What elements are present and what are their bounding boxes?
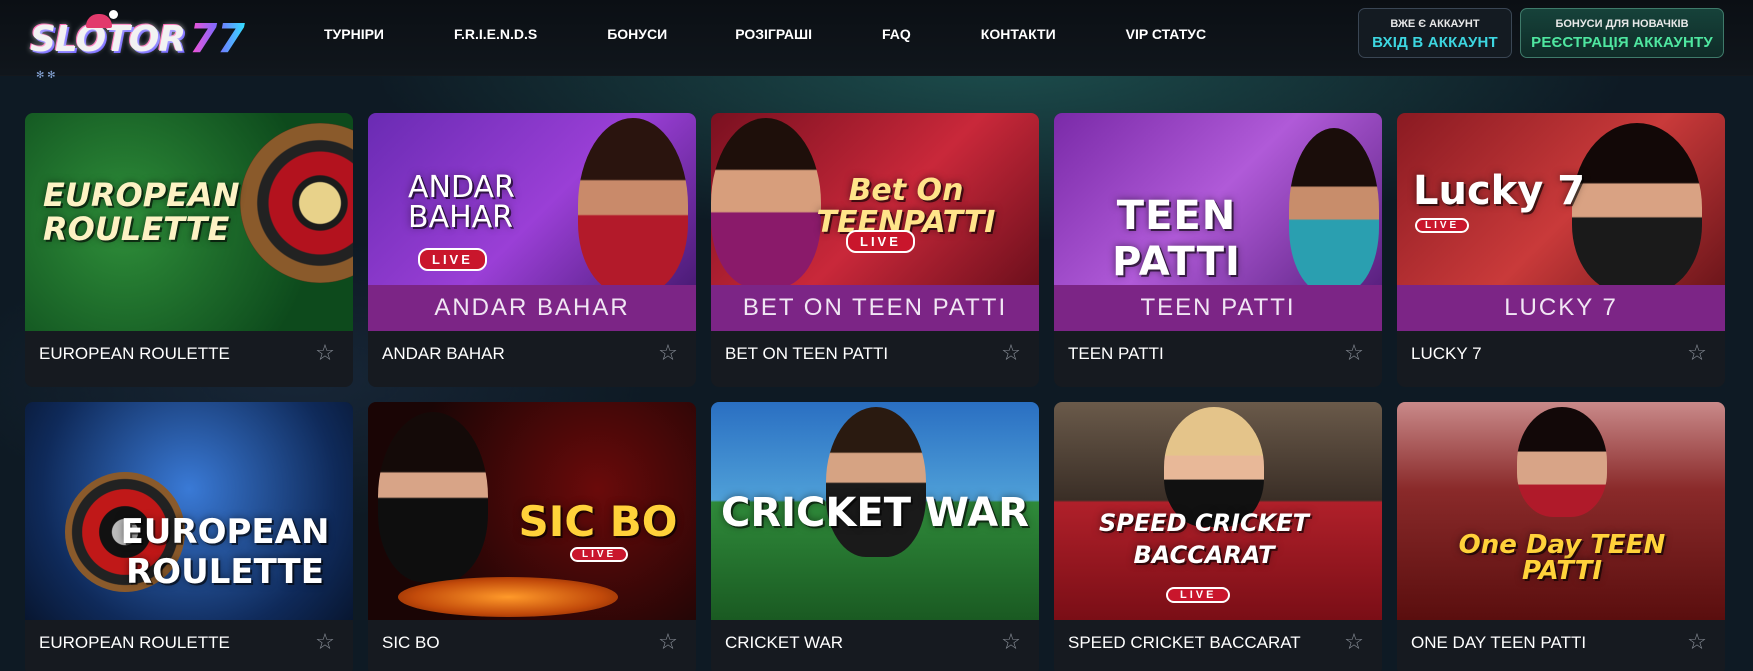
thumbnail-title: EUROPEAN ROULETTE <box>120 512 330 592</box>
login-button-label: ВХІД В АККАУНТ <box>1372 34 1498 51</box>
thumbnail-banner: LUCKY 7 <box>1397 285 1725 331</box>
nav-vip-status[interactable]: VIP СТАТУС <box>1126 24 1206 44</box>
nav-tournaments[interactable]: ТУРНІРИ <box>324 24 384 44</box>
game-thumbnail[interactable]: SPEED CRICKET BACCARAT LIVE <box>1054 402 1382 620</box>
game-card[interactable]: CRICKET WAR CRICKET WAR ☆ <box>711 402 1039 671</box>
nav-giveaways[interactable]: РОЗІГРАШІ <box>735 24 812 44</box>
login-button[interactable]: ВЖЕ Є АККАУНТ ВХІД В АККАУНТ <box>1358 8 1512 58</box>
thumbnail-banner: TEEN PATTI <box>1054 285 1382 331</box>
game-card[interactable]: One Day TEEN PATTI ONE DAY TEEN PATTI ☆ <box>1397 402 1725 671</box>
game-card[interactable]: TEEN PATTI TEEN PATTI TEEN PATTI ☆ <box>1054 113 1382 387</box>
game-thumbnail[interactable]: EUROPEAN ROULETTE <box>25 113 353 331</box>
thumbnail-title: ANDAR BAHAR <box>408 170 515 235</box>
register-button[interactable]: БОНУСИ ДЛЯ НОВАЧКІВ РЕЄСТРАЦІЯ АККАУНТУ <box>1520 8 1724 58</box>
nav-contacts[interactable]: КОНТАКТИ <box>981 24 1056 44</box>
favorite-star-icon[interactable]: ☆ <box>656 341 680 365</box>
table-surface <box>398 577 618 617</box>
game-title: BET ON TEEN PATTI <box>725 344 889 363</box>
santa-hat-icon <box>86 10 118 28</box>
live-badge: LIVE <box>1415 218 1470 233</box>
top-header: SLOTOR 77 ✻ ✻ ТУРНІРИ F.R.I.E.N.D.S БОНУ… <box>0 0 1753 81</box>
logo-sevens: 77 <box>189 16 245 62</box>
thumbnail-title: Lucky 7 <box>1413 168 1586 214</box>
favorite-star-icon[interactable]: ☆ <box>1685 341 1709 365</box>
game-thumbnail[interactable]: One Day TEEN PATTI <box>1397 402 1725 620</box>
favorite-star-icon[interactable]: ☆ <box>656 630 680 654</box>
game-card[interactable]: Bet On TEENPATTI LIVE BET ON TEEN PATTI … <box>711 113 1039 387</box>
game-title: CRICKET WAR <box>725 633 844 652</box>
thumbnail-title: SIC BO <box>518 497 678 546</box>
game-title: EUROPEAN ROULETTE <box>39 633 230 652</box>
game-thumbnail[interactable]: TEEN PATTI TEEN PATTI <box>1054 113 1382 331</box>
favorite-star-icon[interactable]: ☆ <box>313 630 337 654</box>
favorite-star-icon[interactable]: ☆ <box>999 341 1023 365</box>
game-thumbnail[interactable]: EUROPEAN ROULETTE <box>25 402 353 620</box>
live-badge: LIVE <box>418 248 487 271</box>
game-thumbnail[interactable]: Bet On TEENPATTI LIVE BET ON TEEN PATTI <box>711 113 1039 331</box>
site-logo[interactable]: SLOTOR 77 ✻ ✻ <box>30 10 245 81</box>
game-thumbnail[interactable]: SIC BO LIVE <box>368 402 696 620</box>
thumbnail-banner: ANDAR BAHAR <box>368 285 696 331</box>
game-title: TEEN PATTI <box>1068 344 1164 363</box>
favorite-star-icon[interactable]: ☆ <box>313 341 337 365</box>
live-badge: LIVE <box>846 230 915 253</box>
live-badge: LIVE <box>1166 587 1231 603</box>
thumbnail-title: One Day TEEN PATTI <box>1458 530 1666 586</box>
register-button-label: РЕЄСТРАЦІЯ АККАУНТУ <box>1531 34 1713 51</box>
thumbnail-banner: BET ON TEEN PATTI <box>711 285 1039 331</box>
game-title: SPEED CRICKET BACCARAT <box>1068 633 1301 652</box>
thumbnail-title: CRICKET WAR <box>720 490 1029 536</box>
game-card[interactable]: SIC BO LIVE SIC BO ☆ <box>368 402 696 671</box>
game-thumbnail[interactable]: CRICKET WAR <box>711 402 1039 620</box>
thumbnail-title: EUROPEAN ROULETTE <box>43 176 240 248</box>
favorite-star-icon[interactable]: ☆ <box>999 630 1023 654</box>
thumbnail-title: TEEN PATTI <box>1112 193 1241 285</box>
game-title: EUROPEAN ROULETTE <box>39 344 230 363</box>
game-title: LUCKY 7 <box>1411 344 1482 363</box>
favorite-star-icon[interactable]: ☆ <box>1342 341 1366 365</box>
snowflake-icon: ✻ ✻ <box>36 70 56 81</box>
nav-faq[interactable]: FAQ <box>882 24 911 44</box>
nav-friends[interactable]: F.R.I.E.N.D.S <box>454 24 537 44</box>
game-card[interactable]: SPEED CRICKET BACCARAT LIVE SPEED CRICKE… <box>1054 402 1382 671</box>
main-nav: ТУРНІРИ F.R.I.E.N.D.S БОНУСИ РОЗІГРАШІ F… <box>324 24 1206 44</box>
favorite-star-icon[interactable]: ☆ <box>1685 630 1709 654</box>
favorite-star-icon[interactable]: ☆ <box>1342 630 1366 654</box>
game-card[interactable]: Lucky 7 LIVE LUCKY 7 LUCKY 7 ☆ <box>1397 113 1725 387</box>
game-card[interactable]: EUROPEAN ROULETTE EUROPEAN ROULETTE ☆ <box>25 113 353 387</box>
login-button-caption: ВЖЕ Є АККАУНТ <box>1390 18 1480 30</box>
thumbnail-title: SPEED CRICKET BACCARAT <box>1099 509 1309 569</box>
game-title: ANDAR BAHAR <box>382 344 505 363</box>
game-title: ONE DAY TEEN PATTI <box>1411 633 1587 652</box>
game-title: SIC BO <box>382 633 440 652</box>
nav-bonuses[interactable]: БОНУСИ <box>607 24 667 44</box>
dealer-figure <box>378 412 488 582</box>
game-card[interactable]: EUROPEAN ROULETTE EUROPEAN ROULETTE ☆ <box>25 402 353 671</box>
register-button-caption: БОНУСИ ДЛЯ НОВАЧКІВ <box>1555 18 1689 30</box>
game-thumbnail[interactable]: Lucky 7 LIVE LUCKY 7 <box>1397 113 1725 331</box>
live-badge: LIVE <box>570 547 629 562</box>
dealer-figure <box>1289 128 1379 293</box>
dealer-figure <box>578 118 688 293</box>
game-card[interactable]: ANDAR BAHAR LIVE ANDAR BAHAR ANDAR BAHAR… <box>368 113 696 387</box>
game-thumbnail[interactable]: ANDAR BAHAR LIVE ANDAR BAHAR <box>368 113 696 331</box>
dealer-figure <box>1517 407 1607 517</box>
